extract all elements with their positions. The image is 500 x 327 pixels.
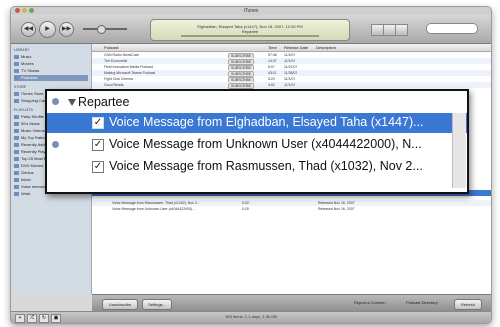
report-concern-link[interactable]: Report a Concern bbox=[354, 300, 386, 305]
rewind-button[interactable]: ◀◀ bbox=[21, 22, 36, 37]
play-icon: ▶ bbox=[45, 26, 50, 32]
voice-message-row[interactable]: Voice Message from Unknown User (x404442… bbox=[92, 206, 491, 212]
playlist-icon bbox=[14, 128, 19, 133]
sidebar-item-label: Music Videos bbox=[21, 128, 45, 133]
voice-message-time: 0:25 bbox=[242, 207, 249, 211]
sidebar-item-label: Party Shuffle bbox=[21, 114, 44, 119]
playback-progress[interactable] bbox=[181, 35, 319, 37]
disclosure-triangle-icon[interactable] bbox=[68, 99, 76, 106]
playlist-icon bbox=[14, 54, 19, 59]
playlist-icon bbox=[14, 170, 19, 175]
sidebar-item-label: 90's Music bbox=[21, 121, 40, 126]
playlist-title: Repartee bbox=[78, 95, 130, 109]
library-summary: 393 items, 1.1 days, 2.36 GB bbox=[225, 314, 277, 319]
playlist-icon bbox=[14, 75, 19, 80]
rewind-icon: ◀◀ bbox=[23, 26, 34, 32]
window-title: iTunes bbox=[243, 8, 259, 14]
sidebar-item-label: Work bbox=[21, 191, 31, 196]
shuffle-button[interactable]: ⤮ bbox=[27, 314, 37, 323]
repeat-button[interactable]: ↻ bbox=[39, 314, 49, 323]
sidebar-item[interactable]: Podcasts bbox=[14, 75, 88, 81]
settings-button[interactable]: Settings... bbox=[142, 299, 172, 310]
status-bar: + ⤮ ↻ ▣ 393 items, 1.1 days, 2.36 GB bbox=[11, 311, 491, 323]
fastforward-icon: ▶▶ bbox=[61, 26, 72, 32]
sidebar-item-label: My Top Rated bbox=[21, 135, 46, 140]
zoomed-playlist-callout: Repartee ✓ Voice Message from Elghadban, … bbox=[45, 89, 469, 194]
voice-message-title: Voice Message from Unknown User (x404442… bbox=[109, 137, 422, 151]
add-playlist-button[interactable]: + bbox=[15, 314, 25, 323]
playlist-icon bbox=[14, 149, 19, 154]
playlist-icon bbox=[14, 184, 19, 189]
voice-message-item[interactable]: ✓ Voice Message from Unknown User (x40444… bbox=[47, 135, 467, 155]
shuffle-icon: ⤮ bbox=[29, 315, 34, 321]
playlist-header-row[interactable]: Repartee bbox=[47, 91, 467, 113]
playlist-icon bbox=[14, 61, 19, 66]
artwork-button[interactable]: ▣ bbox=[51, 314, 61, 323]
minimize-window-icon[interactable] bbox=[22, 8, 27, 13]
repeat-icon: ↻ bbox=[41, 315, 47, 321]
voice-message-name: Voice Message from Unknown User (x404442… bbox=[112, 207, 196, 211]
message-checkbox[interactable]: ✓ bbox=[92, 117, 104, 129]
podcast-directory-link[interactable]: Podcast Directory bbox=[406, 300, 438, 305]
voice-message-title: Voice Message from Rasmussen, Thad (x103… bbox=[109, 159, 423, 173]
view-coverflow-button[interactable] bbox=[395, 24, 408, 36]
play-button[interactable]: ▶ bbox=[39, 21, 56, 38]
playlist-icon bbox=[14, 135, 19, 140]
playlist-icon bbox=[14, 114, 19, 119]
sidebar-item-label: Shopping Cart bbox=[21, 98, 47, 103]
playlist-icon bbox=[14, 163, 19, 168]
playlist-icon bbox=[14, 177, 19, 182]
sidebar-item-label: DVD Movies bbox=[21, 163, 44, 168]
column-headers: Podcast Time Release Date Description bbox=[92, 44, 491, 52]
now-playing-album: Repartee bbox=[241, 29, 259, 34]
search-input[interactable] bbox=[426, 23, 478, 34]
column-description[interactable]: Description bbox=[316, 44, 336, 51]
title-bar: iTunes bbox=[11, 7, 491, 15]
playlist-icon bbox=[14, 98, 19, 103]
sidebar-item[interactable]: Music bbox=[14, 54, 88, 60]
voice-message-item[interactable]: ✓ Voice Message from Elghadban, Elsayed T… bbox=[47, 113, 467, 133]
column-release-date[interactable]: Release Date bbox=[284, 44, 308, 51]
playlist-icon bbox=[14, 68, 19, 73]
bottom-bar: Unsubscribe Settings... Report a Concern… bbox=[92, 294, 491, 312]
playlist-icon bbox=[14, 91, 19, 96]
refresh-button[interactable]: Refresh bbox=[454, 299, 482, 310]
sidebar-item-label: TV Shows bbox=[21, 68, 40, 73]
sidebar-item-label: iTunes Store bbox=[21, 91, 44, 96]
playlist-icon bbox=[14, 191, 19, 196]
sidebar-section-header: LIBRARY bbox=[14, 48, 30, 52]
voice-message-date: Released Nov 16, 2007 bbox=[318, 207, 355, 211]
voice-message-item[interactable]: ✓ Voice Message from Rasmussen, Thad (x10… bbox=[47, 157, 467, 177]
sidebar-section-header: PLAYLISTS bbox=[14, 108, 33, 112]
playlist-icon bbox=[14, 121, 19, 126]
column-podcast[interactable]: Podcast bbox=[104, 44, 118, 51]
sidebar-item[interactable]: Movies bbox=[14, 61, 88, 67]
message-checkbox[interactable]: ✓ bbox=[92, 139, 104, 151]
playlist-icon bbox=[14, 142, 19, 147]
artwork-icon: ▣ bbox=[53, 315, 59, 321]
close-window-icon[interactable] bbox=[15, 8, 20, 13]
column-time[interactable]: Time bbox=[268, 44, 277, 51]
toolbar: ◀◀ ▶ ▶▶ Elghadban, Elsayed Taha (x1447),… bbox=[11, 15, 491, 44]
sidebar-item-label: Podcasts bbox=[21, 75, 38, 80]
unplayed-dot-icon bbox=[52, 98, 59, 105]
sidebar-item-label: Genius bbox=[21, 170, 34, 175]
scrollbar[interactable] bbox=[452, 113, 466, 188]
voice-message-title: Voice Message from Elghadban, Elsayed Ta… bbox=[109, 115, 424, 129]
sidebar-item-label: Movies bbox=[21, 61, 34, 66]
unsubscribe-button[interactable]: Unsubscribe bbox=[102, 299, 138, 310]
message-checkbox[interactable]: ✓ bbox=[92, 161, 104, 173]
now-playing-display[interactable]: Elghadban, Elsayed Taha (x1447), Nov 18,… bbox=[150, 19, 350, 41]
sidebar-item-label: Inbox bbox=[21, 177, 31, 182]
volume-knob[interactable] bbox=[97, 25, 106, 34]
zoom-window-icon[interactable] bbox=[29, 8, 34, 13]
sidebar-item[interactable]: TV Shows bbox=[14, 68, 88, 74]
unplayed-dot-icon bbox=[52, 141, 59, 148]
playlist-icon bbox=[14, 156, 19, 161]
fastforward-button[interactable]: ▶▶ bbox=[59, 22, 74, 37]
sidebar-section-header: STORE bbox=[14, 85, 26, 89]
sidebar-item-label: Music bbox=[21, 54, 32, 59]
